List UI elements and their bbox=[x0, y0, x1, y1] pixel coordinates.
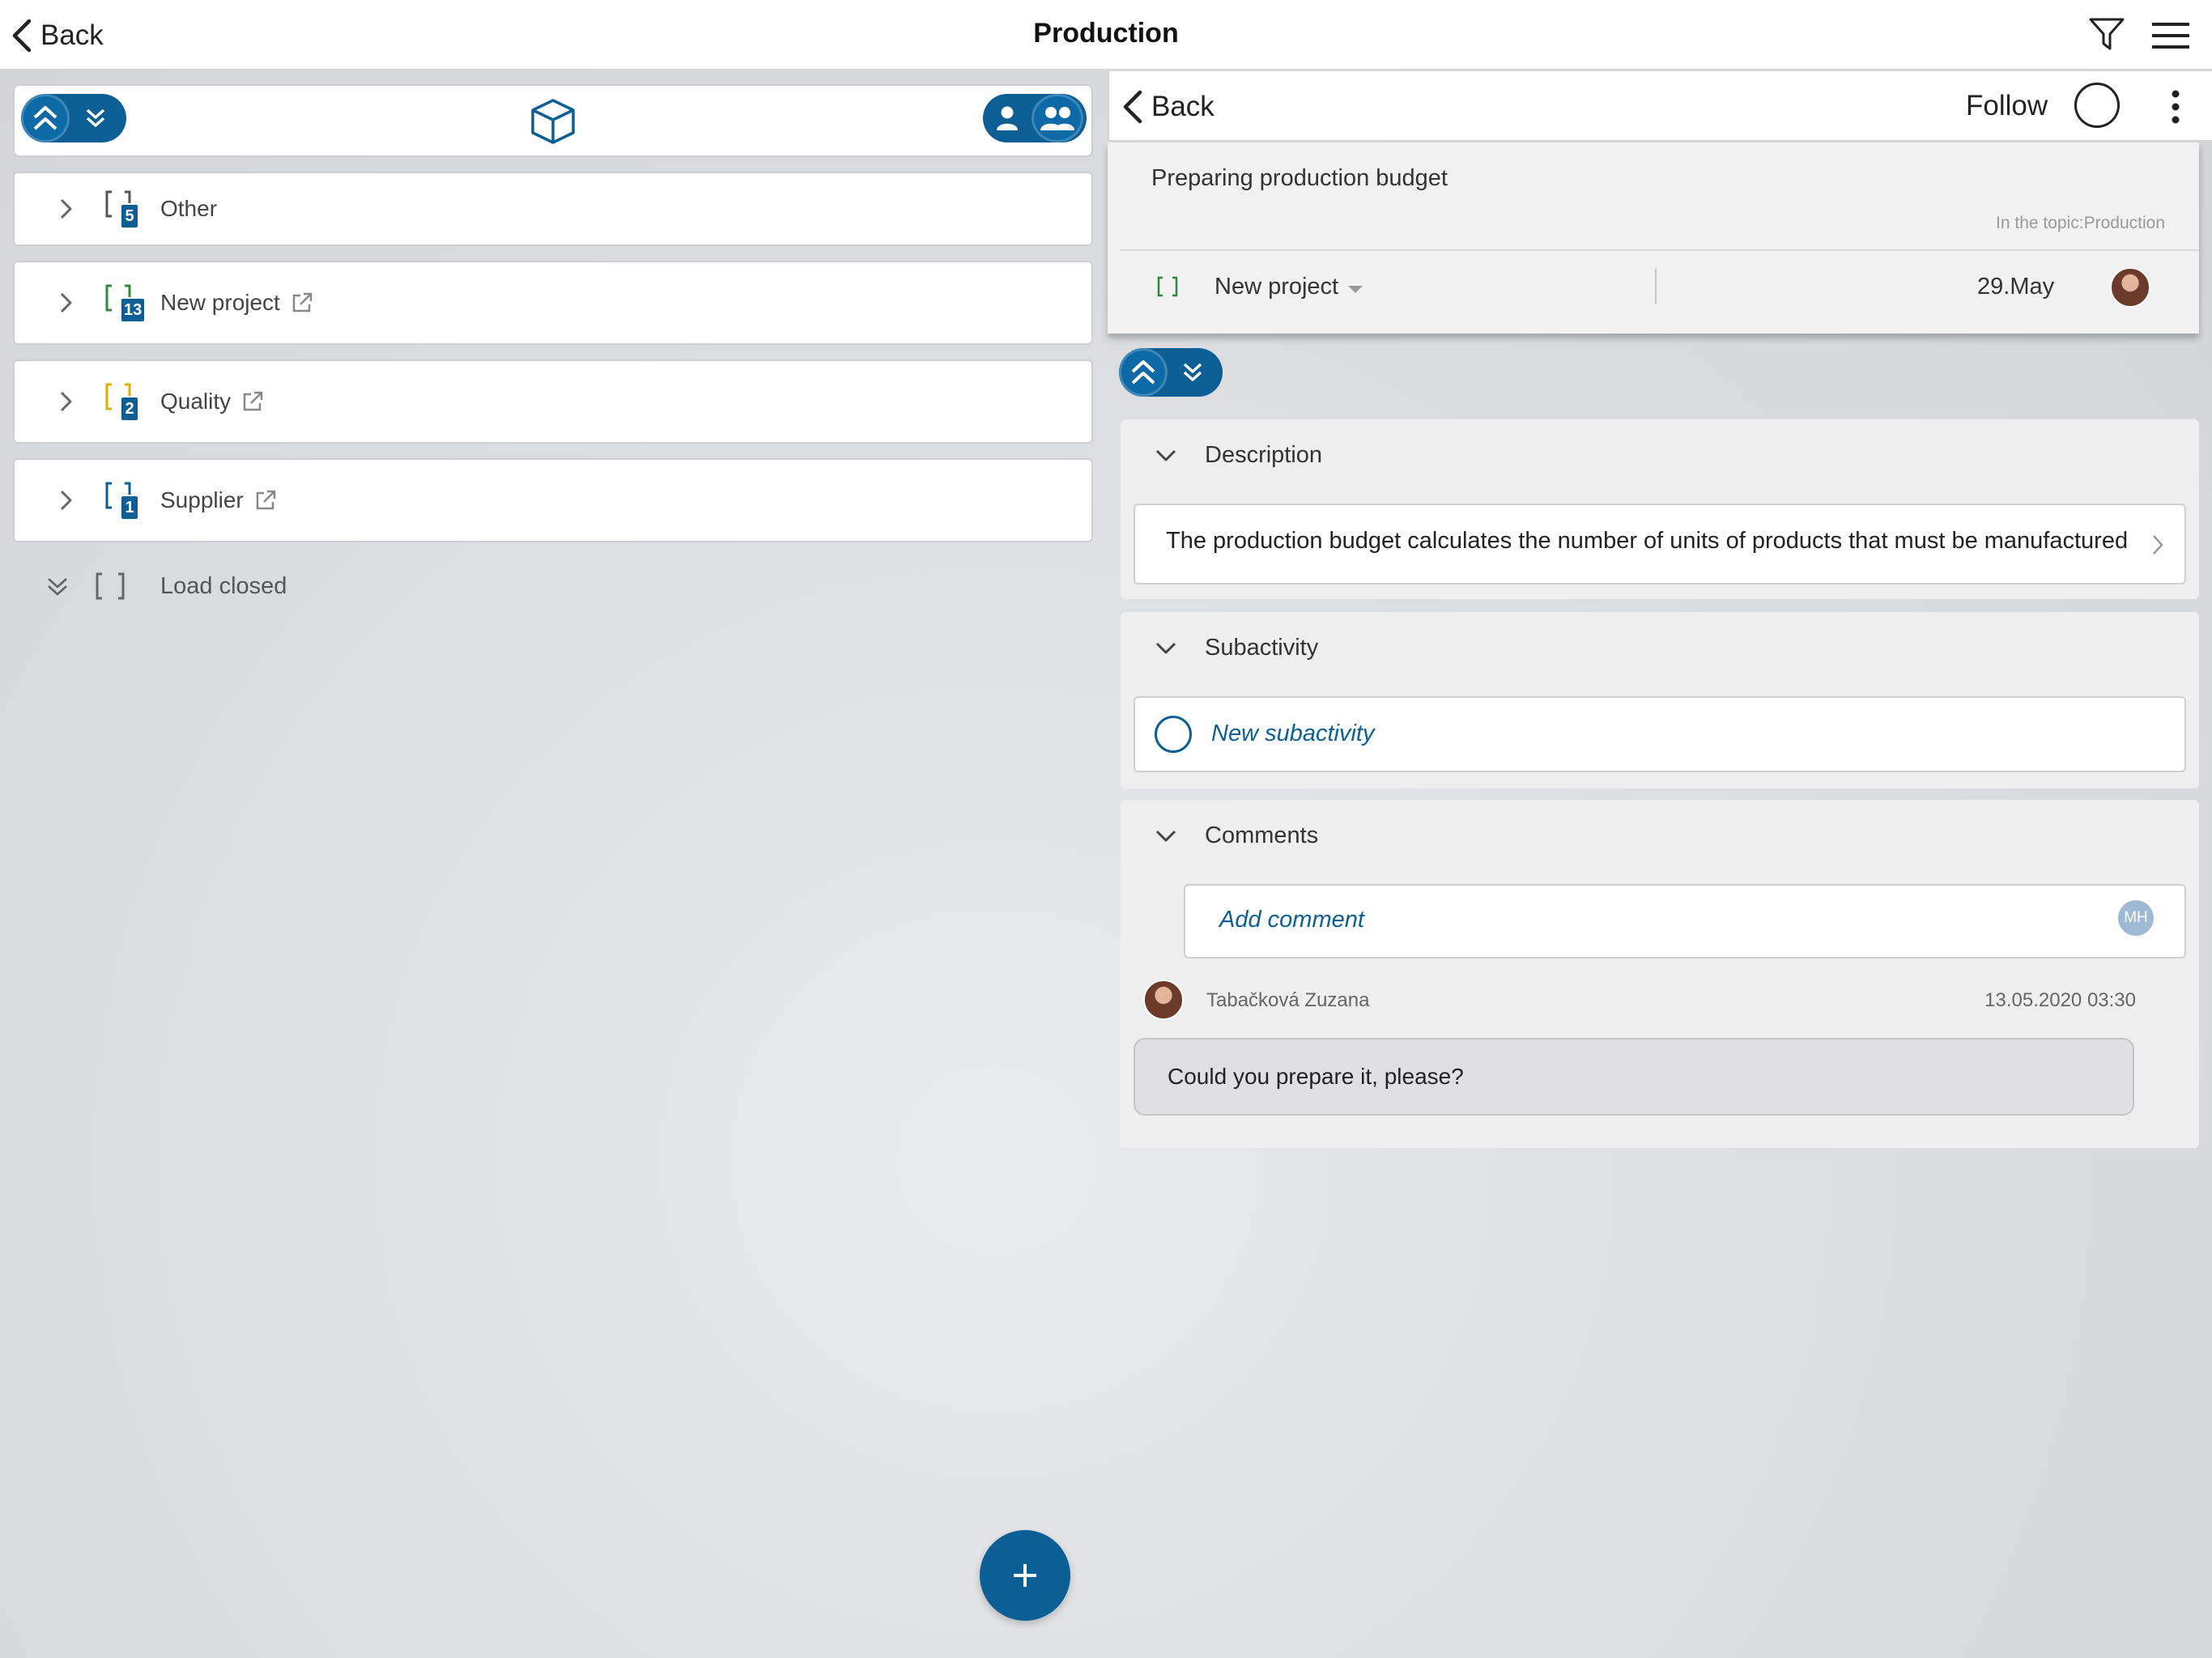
comment-timestamp: 13.05.2020 03:30 bbox=[1984, 989, 2136, 1011]
topic-bracket-icon: 1 bbox=[104, 480, 138, 521]
topic-count-badge: 13 bbox=[121, 299, 145, 321]
expand-all-icon bbox=[1183, 363, 1202, 381]
chevron-right-icon bbox=[60, 391, 72, 412]
subactivity-section: Subactivity New subactivity bbox=[1121, 612, 2199, 789]
current-user-avatar: MH bbox=[2118, 900, 2154, 936]
subactivity-header[interactable]: Subactivity bbox=[1155, 635, 1318, 661]
load-closed-button[interactable]: Load closed bbox=[45, 572, 287, 601]
comment-author: Tabačková Zuzana bbox=[1206, 989, 1370, 1011]
new-subactivity-field[interactable]: New subactivity bbox=[1134, 696, 2186, 772]
comment-text: Could you prepare it, please? bbox=[1168, 1064, 1464, 1089]
topic-label: New project bbox=[160, 290, 280, 315]
comments-title: Comments bbox=[1205, 823, 1319, 848]
description-box[interactable]: The production budget calculates the num… bbox=[1134, 504, 2186, 585]
detail-back-button[interactable]: Back bbox=[1122, 84, 1214, 130]
topic-count-badge: 5 bbox=[121, 205, 138, 227]
topic-label: Supplier bbox=[160, 487, 244, 512]
single-user-icon bbox=[997, 106, 1018, 130]
team-items-button[interactable] bbox=[1032, 94, 1083, 142]
collapse-all-icon bbox=[1131, 360, 1155, 385]
chevron-right-icon bbox=[60, 198, 72, 219]
detail-back-label: Back bbox=[1151, 91, 1214, 122]
detail-header: Back Follow bbox=[1108, 71, 2212, 142]
empty-bracket-icon bbox=[96, 572, 125, 600]
kebab-menu-icon bbox=[2172, 90, 2180, 124]
plus-icon bbox=[1014, 1564, 1036, 1587]
sections-expand-toggle bbox=[1119, 348, 1223, 397]
topics-toolbar bbox=[13, 84, 1093, 157]
topic-bracket-icon: 5 bbox=[104, 189, 138, 229]
top-header: Back Production bbox=[0, 0, 2212, 70]
expand-sections-button[interactable] bbox=[1168, 348, 1218, 397]
topic-reference: In the topic:Production bbox=[1996, 214, 2165, 232]
topic-card-other[interactable]: 5 Other bbox=[13, 172, 1093, 246]
chevron-down-icon bbox=[1155, 642, 1176, 653]
load-closed-label: Load closed bbox=[160, 572, 287, 599]
task-title[interactable]: Preparing production budget bbox=[1151, 165, 1448, 192]
description-section: Description The production budget calcul… bbox=[1121, 419, 2199, 599]
comment-bubble: Could you prepare it, please? bbox=[1134, 1038, 2134, 1116]
topic-card-supplier[interactable]: 1 Supplier bbox=[13, 458, 1093, 542]
external-link-icon[interactable] bbox=[253, 488, 278, 512]
caret-down-icon[interactable] bbox=[1347, 285, 1363, 295]
hamburger-menu-icon bbox=[2152, 23, 2189, 49]
back-chevron-icon bbox=[1123, 90, 1142, 124]
new-subactivity-placeholder[interactable]: New subactivity bbox=[1211, 721, 1374, 747]
due-date[interactable]: 29.May bbox=[1977, 274, 2054, 300]
filter-icon bbox=[2089, 18, 2125, 50]
external-link-icon[interactable] bbox=[290, 291, 314, 315]
follow-toggle[interactable] bbox=[2074, 83, 2120, 128]
topic-count-badge: 1 bbox=[121, 496, 138, 519]
chevron-right-icon bbox=[2153, 535, 2163, 555]
chevron-down-icon bbox=[1155, 449, 1176, 461]
topic-label: Quality bbox=[160, 389, 232, 414]
topic-bracket-icon: 13 bbox=[104, 283, 145, 323]
add-comment-placeholder: Add comment bbox=[1219, 907, 1364, 933]
description-header[interactable]: Description bbox=[1155, 442, 1322, 469]
cube-icon bbox=[531, 99, 575, 144]
expand-collapse-toggle bbox=[21, 94, 126, 142]
chevron-down-icon bbox=[1155, 830, 1176, 841]
group-users-icon bbox=[1040, 107, 1074, 130]
follow-label[interactable]: Follow bbox=[1966, 90, 2048, 122]
expand-all-button[interactable] bbox=[70, 94, 121, 142]
external-link-icon[interactable] bbox=[240, 389, 265, 414]
add-button[interactable] bbox=[980, 1530, 1070, 1621]
page-title: Production bbox=[1033, 18, 1179, 49]
task-info-card: Preparing production budget In the topic… bbox=[1108, 142, 2199, 334]
topic-bracket-icon: 2 bbox=[104, 381, 138, 422]
task-meta-row: New project 29.May bbox=[1121, 249, 2199, 324]
filter-button[interactable] bbox=[2087, 15, 2126, 53]
row-divider bbox=[1655, 269, 1657, 304]
expand-all-icon bbox=[86, 108, 105, 127]
chevron-right-icon bbox=[60, 292, 72, 313]
topic-card-quality[interactable]: 2 Quality bbox=[13, 359, 1093, 444]
subactivity-checkbox-icon[interactable] bbox=[1155, 716, 1192, 753]
add-comment-input[interactable]: Add comment MH bbox=[1184, 884, 2186, 959]
collapse-all-button[interactable] bbox=[21, 94, 70, 142]
project-name[interactable]: New project bbox=[1214, 274, 1338, 300]
topic-label: Other bbox=[160, 196, 218, 221]
double-chevron-down-icon bbox=[48, 577, 67, 596]
collapse-sections-button[interactable] bbox=[1119, 348, 1168, 397]
chevron-right-icon bbox=[60, 490, 72, 511]
assignee-avatar[interactable] bbox=[2110, 267, 2150, 308]
collapse-all-icon bbox=[33, 106, 57, 130]
project-bracket-icon bbox=[1157, 276, 1178, 297]
topic-count-badge: 2 bbox=[121, 397, 138, 420]
cube-button[interactable] bbox=[528, 97, 578, 146]
comments-header[interactable]: Comments bbox=[1155, 823, 1318, 849]
my-items-button[interactable] bbox=[983, 94, 1032, 142]
user-scope-toggle bbox=[983, 94, 1087, 142]
comment-author-avatar bbox=[1143, 980, 1184, 1020]
more-options-button[interactable] bbox=[2170, 89, 2181, 125]
comment-meta: Tabačková Zuzana 13.05.2020 03:30 bbox=[1143, 980, 2180, 1020]
topic-card-new-project[interactable]: 13 New project bbox=[13, 261, 1093, 345]
comments-section: Comments Add comment MH Tabačková Zuzana… bbox=[1121, 800, 2199, 1148]
description-text: The production budget calculates the num… bbox=[1166, 528, 2129, 554]
menu-button[interactable] bbox=[2150, 21, 2191, 50]
description-title: Description bbox=[1205, 442, 1323, 468]
subactivity-title: Subactivity bbox=[1205, 635, 1319, 661]
